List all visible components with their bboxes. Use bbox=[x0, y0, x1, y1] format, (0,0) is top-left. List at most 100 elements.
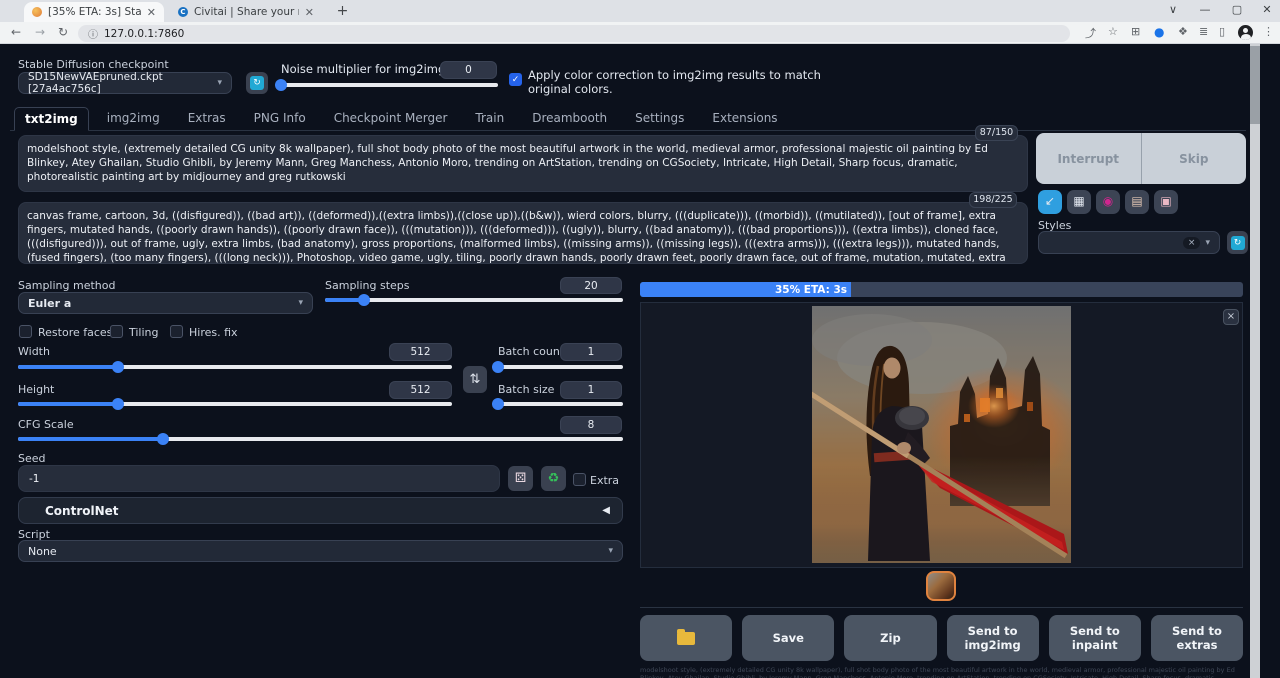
browser-menu-icon[interactable]: ⋮ bbox=[1263, 25, 1274, 38]
paste-params-button[interactable]: ↙ bbox=[1038, 190, 1062, 214]
window-minimize-button[interactable]: — bbox=[1190, 0, 1220, 21]
chevron-down-icon: ▾ bbox=[217, 78, 222, 88]
batch-size-slider[interactable] bbox=[498, 402, 623, 406]
swap-dimensions-button[interactable]: ⇅ bbox=[463, 366, 487, 393]
send-to-extras-button[interactable]: Send to extras bbox=[1151, 615, 1243, 661]
browser-tab-title: Civitai | Share your models bbox=[194, 6, 299, 18]
batch-count-label: Batch count bbox=[498, 345, 564, 358]
interrupt-button[interactable]: Interrupt bbox=[1036, 133, 1142, 184]
gallery-close-icon[interactable]: × bbox=[1223, 309, 1239, 325]
send-to-inpaint-button[interactable]: Send to inpaint bbox=[1049, 615, 1141, 661]
cfg-scale-value[interactable]: 8 bbox=[560, 416, 622, 434]
site-info-icon[interactable]: ⓘ bbox=[88, 26, 98, 41]
chevron-down-icon: ▾ bbox=[298, 298, 303, 308]
hires-fix-checkbox[interactable] bbox=[170, 325, 183, 338]
sampling-method-dropdown[interactable]: Euler a ▾ bbox=[18, 292, 313, 314]
chevron-down-icon: ▾ bbox=[1205, 238, 1210, 248]
civitai-favicon: C bbox=[178, 7, 188, 17]
script-dropdown[interactable]: None ▾ bbox=[18, 540, 623, 562]
zip-button[interactable]: Zip bbox=[844, 615, 936, 661]
tab-close-icon[interactable]: ✕ bbox=[147, 7, 156, 18]
apply-style-button[interactable]: ▤ bbox=[1125, 190, 1149, 214]
width-value[interactable]: 512 bbox=[389, 343, 452, 361]
profile-avatar[interactable] bbox=[1238, 25, 1253, 40]
random-seed-button[interactable]: ⚄ bbox=[508, 466, 533, 491]
color-correction-checkbox[interactable]: ✓ bbox=[509, 73, 522, 86]
batch-count-value[interactable]: 1 bbox=[560, 343, 622, 361]
cfg-scale-slider[interactable] bbox=[18, 437, 623, 441]
browser-tab-stable-diffusion[interactable]: [35% ETA: 3s] Stable Diffusion ✕ bbox=[24, 2, 164, 22]
swap-icon: ⇅ bbox=[470, 372, 481, 387]
styles-clear-icon[interactable]: × bbox=[1183, 237, 1201, 249]
generate-button-group: Interrupt Skip bbox=[1036, 133, 1246, 184]
gallery-thumbnail[interactable] bbox=[926, 571, 956, 601]
new-tab-button[interactable]: + bbox=[334, 3, 351, 20]
tab-close-icon[interactable]: ✕ bbox=[305, 7, 314, 18]
tab-extensions[interactable]: Extensions bbox=[702, 107, 787, 131]
extra-networks-button[interactable]: ◉ bbox=[1096, 190, 1120, 214]
save-style-button[interactable]: ▣ bbox=[1154, 190, 1178, 214]
clear-prompt-button[interactable]: ▦ bbox=[1067, 190, 1091, 214]
reuse-seed-button[interactable]: ♻ bbox=[541, 466, 566, 491]
controlnet-accordion[interactable]: ControlNet ◀ bbox=[18, 497, 623, 524]
open-folder-button[interactable] bbox=[640, 615, 732, 661]
styles-refresh-button[interactable]: ↻ bbox=[1227, 231, 1248, 254]
noise-multiplier-value[interactable]: 0 bbox=[440, 61, 497, 79]
tab-png-info[interactable]: PNG Info bbox=[244, 107, 316, 131]
tiling-checkbox[interactable] bbox=[110, 325, 123, 338]
checkpoint-value: SD15NewVAEpruned.ckpt [27a4ac756c] bbox=[28, 71, 217, 95]
bookmark-star-icon[interactable]: ☆ bbox=[1108, 25, 1118, 38]
generated-image[interactable] bbox=[812, 306, 1071, 563]
tab-dreambooth[interactable]: Dreambooth bbox=[522, 107, 617, 131]
window-menu-icon[interactable]: ∨ bbox=[1158, 0, 1188, 21]
width-slider[interactable] bbox=[18, 365, 452, 369]
restore-faces-checkbox[interactable] bbox=[19, 325, 32, 338]
sampling-method-label: Sampling method bbox=[18, 279, 115, 292]
height-slider[interactable] bbox=[18, 402, 452, 406]
batch-count-slider[interactable] bbox=[498, 365, 623, 369]
reading-list-icon[interactable]: ≣ bbox=[1199, 25, 1208, 38]
extension-grid-icon[interactable]: ⊞ bbox=[1131, 25, 1140, 38]
batch-size-value[interactable]: 1 bbox=[560, 381, 622, 399]
extension-blue-icon[interactable]: ● bbox=[1154, 25, 1164, 39]
paste-arrow-icon: ↙ bbox=[1045, 194, 1055, 208]
tab-train[interactable]: Train bbox=[465, 107, 514, 131]
reload-icon[interactable]: ↻ bbox=[58, 25, 68, 39]
sampling-steps-label: Sampling steps bbox=[325, 279, 410, 292]
address-bar[interactable]: ⓘ 127.0.0.1:7860 bbox=[78, 25, 1070, 42]
checkpoint-label: Stable Diffusion checkpoint bbox=[18, 58, 169, 71]
send-to-img2img-button[interactable]: Send to img2img bbox=[947, 615, 1039, 661]
window-maximize-button[interactable]: ▢ bbox=[1222, 0, 1252, 21]
sampling-steps-slider[interactable] bbox=[325, 298, 623, 302]
cfg-scale-label: CFG Scale bbox=[18, 418, 74, 431]
tab-img2img[interactable]: img2img bbox=[97, 107, 170, 131]
window-close-button[interactable]: ✕ bbox=[1252, 0, 1280, 21]
save-button[interactable]: Save bbox=[742, 615, 834, 661]
side-panel-icon[interactable]: ▯ bbox=[1219, 25, 1225, 38]
browser-tab-civitai[interactable]: C Civitai | Share your models ✕ bbox=[170, 2, 322, 22]
extensions-puzzle-icon[interactable]: ❖ bbox=[1178, 25, 1188, 38]
forward-icon[interactable]: → bbox=[35, 25, 45, 39]
skip-button[interactable]: Skip bbox=[1142, 133, 1247, 184]
seed-input[interactable] bbox=[18, 465, 500, 492]
share-icon[interactable]: ⤴ bbox=[1085, 25, 1096, 41]
negative-prompt-input[interactable]: canvas frame, cartoon, 3d, ((disfigured)… bbox=[18, 202, 1028, 264]
tab-extras[interactable]: Extras bbox=[178, 107, 236, 131]
seed-extra-checkbox[interactable] bbox=[573, 473, 586, 486]
tab-checkpoint-merger[interactable]: Checkpoint Merger bbox=[324, 107, 458, 131]
checkpoint-refresh-button[interactable]: ↻ bbox=[246, 72, 268, 94]
noise-multiplier-slider[interactable] bbox=[281, 83, 498, 87]
tab-settings[interactable]: Settings bbox=[625, 107, 694, 131]
page-scrollbar[interactable] bbox=[1250, 44, 1260, 678]
styles-dropdown[interactable]: × ▾ bbox=[1038, 231, 1220, 254]
sampling-steps-value[interactable]: 20 bbox=[560, 277, 622, 294]
height-value[interactable]: 512 bbox=[389, 381, 452, 399]
tab-txt2img[interactable]: txt2img bbox=[14, 107, 89, 131]
prompt-input[interactable]: modelshoot style, (extremely detailed CG… bbox=[18, 135, 1028, 192]
recycle-icon: ♻ bbox=[548, 471, 560, 486]
app-window: [35% ETA: 3s] Stable Diffusion ✕ C Civit… bbox=[0, 0, 1280, 678]
checkpoint-dropdown[interactable]: SD15NewVAEpruned.ckpt [27a4ac756c] ▾ bbox=[18, 72, 232, 94]
scrollbar-thumb[interactable] bbox=[1250, 46, 1260, 124]
trash-icon: ▦ bbox=[1073, 194, 1084, 208]
back-icon[interactable]: ← bbox=[11, 25, 21, 39]
